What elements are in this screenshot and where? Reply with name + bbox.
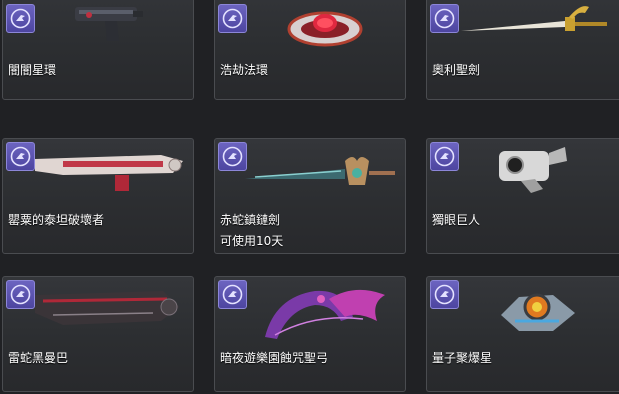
blaster-pistol-icon bbox=[75, 7, 143, 41]
weapon-card[interactable]: 雷蛇黑曼巴 bbox=[2, 276, 194, 392]
weapon-grid: 闇闇星環 浩劫法環 奧利聖劍 罌粟的泰坦破壞者 赤蛇鎮鏈劍 可使用10天 獨眼巨… bbox=[0, 0, 619, 394]
weapon-card[interactable]: 赤蛇鎮鏈劍 可使用10天 bbox=[214, 138, 406, 254]
bat-bow-icon bbox=[265, 289, 385, 339]
rarity-badge-icon bbox=[218, 4, 247, 33]
weapon-card[interactable]: 獨眼巨人 bbox=[426, 138, 619, 254]
golden-sword-icon bbox=[461, 6, 607, 31]
weapon-card[interactable]: 浩劫法環 bbox=[214, 0, 406, 100]
snake-rifle-icon bbox=[35, 291, 179, 325]
weapon-card[interactable]: 罌粟的泰坦破壞者 bbox=[2, 138, 194, 254]
rarity-badge-icon bbox=[218, 280, 247, 309]
rarity-badge-icon bbox=[6, 280, 35, 309]
weapon-name: 量子聚爆星 bbox=[432, 351, 493, 365]
chain-sword-icon bbox=[245, 157, 395, 185]
rarity-badge-icon bbox=[430, 142, 459, 171]
weapon-name: 奧利聖劍 bbox=[432, 63, 481, 77]
rarity-badge-icon bbox=[430, 4, 459, 33]
weapon-name: 暗夜遊樂園蝕咒聖弓 bbox=[220, 351, 329, 365]
weapon-name: 赤蛇鎮鏈劍 bbox=[220, 213, 281, 227]
rarity-badge-icon bbox=[6, 4, 35, 33]
weapon-name: 闇闇星環 bbox=[8, 63, 57, 77]
expiry-label: 可使用10天 bbox=[220, 234, 284, 248]
weapon-card[interactable]: 闇闇星環 bbox=[2, 0, 194, 100]
weapon-name: 雷蛇黑曼巴 bbox=[8, 351, 69, 365]
weapon-name: 罌粟的泰坦破壞者 bbox=[8, 213, 105, 227]
rarity-badge-icon bbox=[430, 280, 459, 309]
heavy-rifle-icon bbox=[35, 155, 183, 191]
rarity-badge-icon bbox=[6, 142, 35, 171]
ring-launcher-icon bbox=[287, 11, 363, 47]
weapon-card[interactable]: 量子聚爆星 bbox=[426, 276, 619, 392]
weapon-name: 獨眼巨人 bbox=[432, 213, 481, 227]
weapon-name: 浩劫法環 bbox=[220, 63, 269, 77]
weapon-card[interactable]: 奧利聖劍 bbox=[426, 0, 619, 100]
weapon-card[interactable]: 暗夜遊樂園蝕咒聖弓 bbox=[214, 276, 406, 392]
cyclops-gauntlet-icon bbox=[499, 147, 567, 193]
rarity-badge-icon bbox=[218, 142, 247, 171]
quantum-star-icon bbox=[501, 293, 575, 331]
